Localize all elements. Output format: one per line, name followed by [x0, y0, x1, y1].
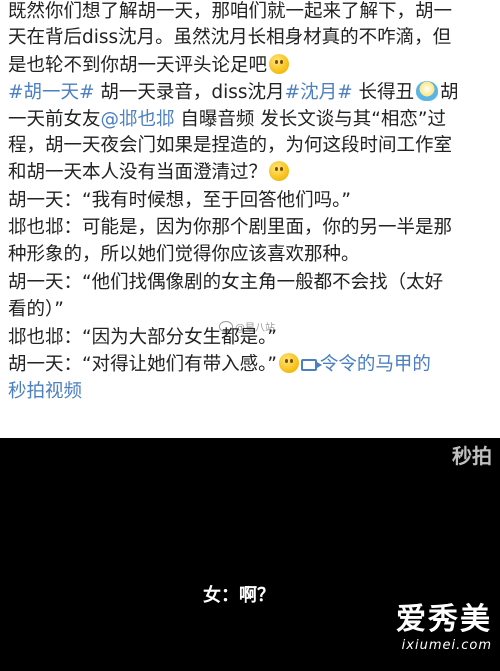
post-line-4: #胡一天# 胡一天录音，diss沈月#沈月# 长得丑 胡	[8, 81, 496, 105]
post-line-13: 邶也邶：“因为大部分女生都是。”	[8, 327, 277, 348]
post-line-3: 是也轮不到你胡一天评头论足吧	[8, 54, 496, 78]
smile-emoji-icon	[269, 161, 290, 181]
post-line-10: 种形象的，所以她们觉得你应该喜欢那种。	[8, 244, 360, 265]
smile-emoji-icon	[269, 54, 290, 74]
post-line-8: 胡一天：“我有时候想，至于回答他们吗。”	[8, 190, 351, 211]
post-line-2: 天在背后diss沈月。虽然沈月长相身材真的不咋滴，但	[8, 27, 452, 48]
video-subtitle: 女：啊？	[203, 585, 275, 606]
weibo-post: 既然你们想了解胡一天，那咱们就一起来了解下，胡一 天在背后diss沈月。虽然沈月…	[0, 0, 500, 438]
post-line-9: 邶也邶：可能是，因为你那个剧里面，你的另一半是那	[8, 217, 453, 238]
video-player[interactable]: 秒拍 女：啊？ 爱秀美 ixiumei.com	[0, 438, 500, 671]
post-line-4-mid: 胡一天录音，diss沈月	[94, 82, 285, 103]
post-line-4-end: 长得丑	[352, 82, 414, 103]
hashtag-shen-yue[interactable]: #沈月#	[285, 82, 353, 103]
post-line-14: 胡一天：“对得让她们有带入感。” 令令的马甲的	[8, 353, 496, 377]
round-emoji-icon	[415, 81, 438, 101]
video-link-line-2[interactable]: 秒拍视频	[8, 380, 496, 404]
post-line-7: 和胡一天本人没有当面澄清过？	[8, 161, 496, 185]
video-link[interactable]: 令令的马甲的	[300, 354, 431, 375]
post-line-6: 程，胡一天夜会门如果是捏造的，为何这段时间工作室	[8, 135, 453, 156]
video-link-label: 令令的马甲的	[319, 354, 431, 375]
hashtag-hu-yi-tian[interactable]: #胡一天#	[8, 82, 95, 103]
mention-link[interactable]: @邶也邶	[101, 109, 175, 130]
post-line-5-start: 一天前女友	[8, 109, 101, 130]
smile-emoji-icon	[278, 353, 299, 373]
post-line-3-text: 是也轮不到你胡一天评头论足吧	[8, 55, 268, 76]
post-line-5: 一天前女友@邶也邶 自曝音频 发长文谈与其“相恋”过	[8, 108, 496, 132]
post-line-11: 胡一天：“他们找偶像剧的女主角一般都不会找（太好	[8, 272, 444, 293]
post-line-5-rest: 自曝音频 发长文谈与其“相恋”过	[174, 109, 446, 130]
watermark-main: 爱秀美	[396, 602, 492, 637]
video-logo: 秒拍	[452, 446, 492, 468]
watermark-sub: ixiumei.com	[401, 638, 492, 653]
post-line-7-text: 和胡一天本人没有当面澄清过？	[8, 162, 268, 183]
video-link-icon	[300, 359, 322, 371]
post-line-14-text: 胡一天：“对得让她们有带入感。”	[8, 354, 277, 375]
post-line-4-tail: 胡	[439, 82, 459, 103]
site-watermark: 爱秀美 ixiumei.com	[396, 602, 492, 654]
post-line-1: 既然你们想了解胡一天，那咱们就一起来了解下，胡一	[8, 1, 453, 22]
